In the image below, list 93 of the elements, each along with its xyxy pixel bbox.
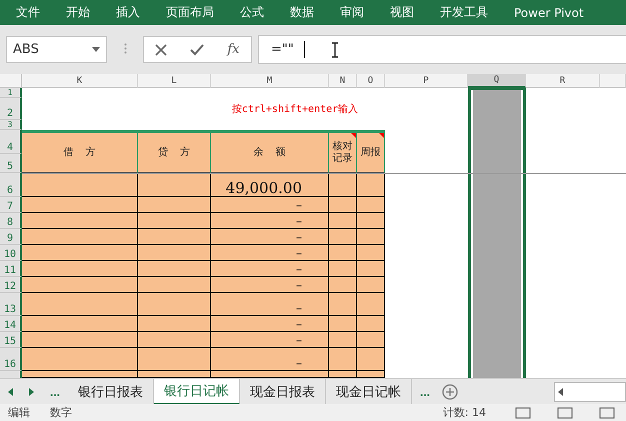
row-header[interactable]: 12 xyxy=(0,277,22,293)
table-cell xyxy=(329,277,357,293)
status-mode: 编辑 xyxy=(8,405,30,420)
table-header-cell: 核对记录 xyxy=(329,130,357,173)
status-count: 计数: 14 xyxy=(442,405,486,420)
row-header[interactable]: 15 xyxy=(0,332,22,348)
table-header-cell: 贷 方 xyxy=(138,130,211,173)
table-cell xyxy=(357,332,385,348)
column-header[interactable]: L xyxy=(138,74,211,88)
table-cell: – xyxy=(211,332,329,348)
table-cell xyxy=(357,229,385,245)
row-header[interactable]: 1 xyxy=(0,88,22,98)
ribbon-tab[interactable]: 页面布局 xyxy=(166,4,214,21)
add-sheet-icon[interactable] xyxy=(442,384,458,400)
table-cell: 49,000.00 xyxy=(211,173,329,197)
row-header[interactable]: 7 xyxy=(0,197,22,213)
table-cell xyxy=(329,213,357,229)
row-header[interactable]: 13 xyxy=(0,293,22,316)
ribbon-tab[interactable]: 审阅 xyxy=(340,4,364,21)
table-header-cell: 周报 xyxy=(357,130,385,173)
row-header[interactable]: 5 xyxy=(0,154,22,173)
dropdown-caret-icon xyxy=(92,47,100,52)
table-cell: – xyxy=(211,277,329,293)
horizontal-scrollbar[interactable] xyxy=(554,382,626,402)
ribbon-tab[interactable]: 视图 xyxy=(390,4,414,21)
table-cell xyxy=(329,197,357,213)
row-header[interactable]: 3 xyxy=(0,120,22,130)
table-cell: – xyxy=(211,293,329,316)
column-header[interactable]: R xyxy=(526,74,600,88)
table-cell: – xyxy=(211,245,329,261)
row-header[interactable]: 9 xyxy=(0,229,22,245)
more-sheets-button[interactable]: ... xyxy=(412,384,438,398)
table-cell xyxy=(329,348,357,371)
table-cell xyxy=(329,316,357,332)
table-cell xyxy=(329,332,357,348)
table-cell xyxy=(329,229,357,245)
table-cell xyxy=(357,293,385,316)
table-cell xyxy=(357,213,385,229)
name-box[interactable]: ABS xyxy=(6,36,107,63)
ribbon-tab[interactable]: 公式 xyxy=(240,4,264,21)
ribbon-tab[interactable]: Power Pivot xyxy=(514,6,584,20)
table-cell xyxy=(357,173,385,197)
column-header[interactable]: Q xyxy=(468,74,526,88)
table-cell: – xyxy=(211,261,329,277)
table-cell: – xyxy=(211,348,329,371)
table-header-cell: 借 方 xyxy=(22,130,138,173)
row-header[interactable] xyxy=(0,371,22,378)
row-header[interactable]: 2 xyxy=(0,98,22,120)
table-cell xyxy=(329,293,357,316)
table-cell xyxy=(357,277,385,293)
row-header[interactable]: 6 xyxy=(0,173,22,197)
table-cell: – xyxy=(211,316,329,332)
table-cell xyxy=(357,348,385,371)
ribbon-tab[interactable]: 开发工具 xyxy=(440,4,488,21)
ribbon-tab[interactable]: 数据 xyxy=(290,4,314,21)
ribbon-tab[interactable]: 插入 xyxy=(116,4,140,21)
table-cell: – xyxy=(211,197,329,213)
text-cursor-icon xyxy=(330,42,339,58)
row-header[interactable]: 8 xyxy=(0,213,22,229)
insert-function-button[interactable]: fx xyxy=(227,42,240,57)
table-cell xyxy=(329,245,357,261)
table-cell: – xyxy=(211,213,329,229)
table-cell xyxy=(357,261,385,277)
status-format: 数字 xyxy=(50,405,72,420)
enter-button[interactable] xyxy=(190,44,204,56)
row-header[interactable]: 4 xyxy=(0,130,22,154)
sheet-tab[interactable]: 银行日记帐 xyxy=(154,378,240,404)
table-cell xyxy=(329,173,357,197)
instruction-note: 按ctrl+shift+enter输入 xyxy=(230,102,360,117)
table-cell xyxy=(357,316,385,332)
ribbon-tab[interactable]: 文件 xyxy=(16,4,40,21)
row-header[interactable]: 10 xyxy=(0,245,22,261)
row-header[interactable]: 14 xyxy=(0,316,22,332)
table-cell xyxy=(357,245,385,261)
column-header[interactable]: K xyxy=(22,74,138,88)
column-header[interactable]: M xyxy=(211,74,329,88)
previous-sheet-icon[interactable] xyxy=(8,388,13,396)
next-sheet-icon[interactable] xyxy=(29,388,34,396)
column-header[interactable]: P xyxy=(385,74,468,88)
comment-indicator-icon xyxy=(379,133,384,138)
row-header[interactable]: 16 xyxy=(0,348,22,371)
table-cell xyxy=(329,261,357,277)
column-header[interactable]: N xyxy=(329,74,357,88)
vertical-dots-icon xyxy=(124,42,126,54)
more-sheets-button[interactable]: ... xyxy=(42,384,68,398)
table-header-cell: 余 额 xyxy=(211,130,329,173)
column-header[interactable]: O xyxy=(357,74,385,88)
table-cell: – xyxy=(211,229,329,245)
cancel-button[interactable] xyxy=(155,44,168,56)
ribbon-tab[interactable]: 开始 xyxy=(66,4,90,21)
formula-input[interactable]: ="" xyxy=(258,35,626,64)
table-cell xyxy=(357,197,385,213)
row-header[interactable]: 11 xyxy=(0,261,22,277)
